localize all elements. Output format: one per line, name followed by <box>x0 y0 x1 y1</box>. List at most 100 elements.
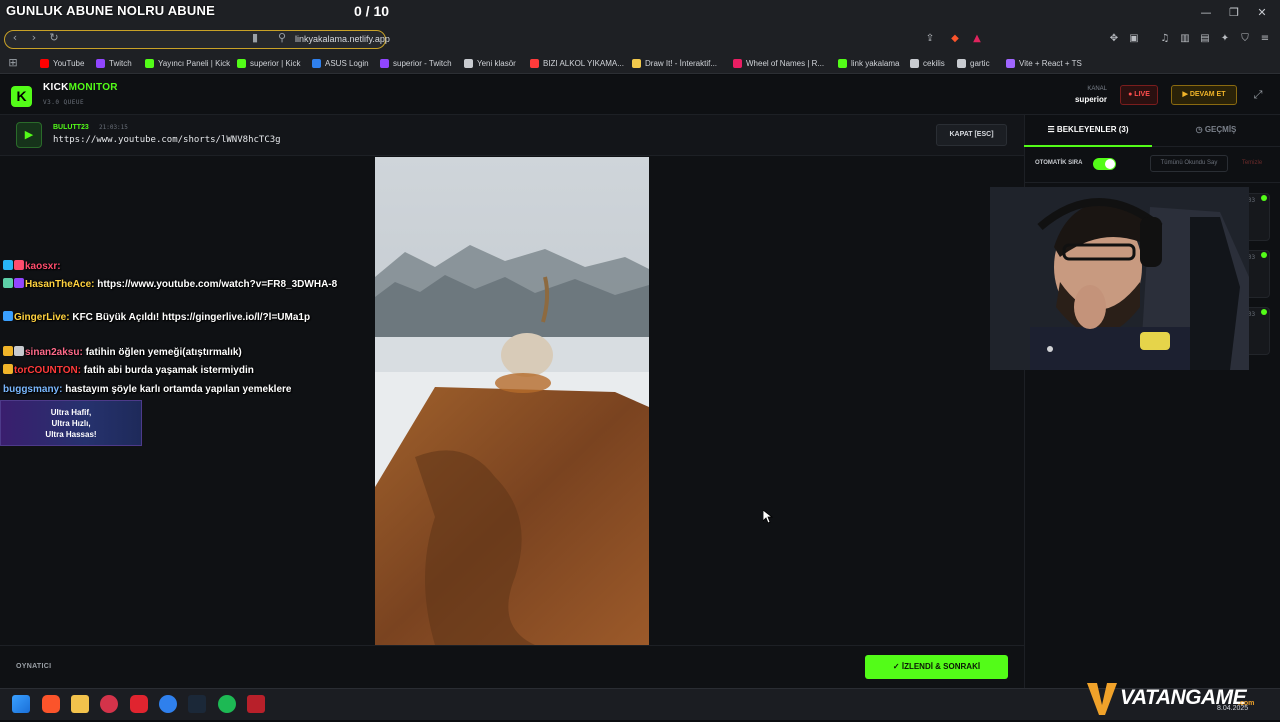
url-text[interactable]: linkyakalama.netlify.app <box>295 34 390 44</box>
live-button[interactable]: ● LIVE <box>1120 85 1158 105</box>
ad-text: Ultra Hafif, Ultra Hızlı, Ultra Hassas! <box>45 408 97 439</box>
bookmark-item[interactable]: BIZI ALKOL YIKAMA... <box>530 57 624 69</box>
location-app-icon[interactable] <box>100 695 118 713</box>
close-button[interactable]: KAPAT [ESC] <box>936 124 1007 146</box>
chat-username: GingerLive: <box>14 312 70 323</box>
site-info-icon[interactable]: ⚲ <box>275 31 289 45</box>
bookmark-label: Wheel of Names | R... <box>746 58 825 68</box>
bookmark-item[interactable]: Yayıncı Paneli | Kick <box>145 57 230 69</box>
tab-history-label: GEÇMİŞ <box>1204 125 1237 134</box>
tab-queue-label: BEKLEYENLER (3) <box>1056 125 1129 134</box>
vatangame-logo-icon <box>1087 683 1117 715</box>
maximize-icon[interactable]: ❐ <box>1226 6 1242 20</box>
bookmark-label: Vite + React + TS <box>1019 58 1082 68</box>
chat-text: hastayım şöyle karlı ortamda yapılan yem… <box>62 384 292 395</box>
chat-text: KFC Büyük Açıldı! https://gingerlive.io/… <box>69 312 311 323</box>
fullscreen-icon[interactable]: ⤢ <box>1250 87 1266 103</box>
steam-icon[interactable] <box>188 695 206 713</box>
bookmark-item[interactable]: Draw It! - İnteraktif... <box>632 57 717 69</box>
chat-badge-icon <box>14 260 24 270</box>
bookmark-item[interactable]: cekilis <box>910 57 945 69</box>
bookmark-favicon-icon <box>145 58 154 68</box>
bookmark-favicon-icon <box>910 58 919 68</box>
chat-username: torCOUNTON: <box>14 365 82 376</box>
channel-name: superior <box>1074 95 1107 104</box>
continue-button[interactable]: ▶ DEVAM ET <box>1171 85 1237 105</box>
start-icon[interactable] <box>12 695 30 713</box>
auto-queue-toggle-knob <box>1105 159 1115 169</box>
voicemeeter-icon[interactable] <box>247 695 265 713</box>
queue-item-status-dot <box>1261 252 1267 258</box>
bookmark-item[interactable]: superior | Kick <box>237 57 301 69</box>
share-icon[interactable]: ⇪ <box>923 32 937 46</box>
chat-text: https://www.youtube.com/watch?v=FR8_3DWH… <box>94 279 338 290</box>
app-version: V3.0 QUEUE <box>43 99 85 106</box>
webcam-scene <box>990 187 1249 370</box>
vpn-icon[interactable]: ⛉ <box>1238 32 1252 46</box>
bookmark-item[interactable]: ASUS Login <box>312 57 369 69</box>
watched-next-button[interactable]: ✓ İZLENDİ & SONRAKİ <box>865 655 1008 679</box>
bookmark-icon[interactable]: ▮ <box>248 31 262 45</box>
video-frame[interactable] <box>375 157 649 645</box>
play-icon: ▶ <box>16 122 42 148</box>
close-window-icon[interactable]: ✕ <box>1254 6 1270 20</box>
bookmark-item[interactable]: Vite + React + TS <box>1006 57 1082 69</box>
forward-icon[interactable]: › <box>27 31 41 45</box>
sidebar-divider <box>1024 182 1280 183</box>
apps-grid-icon[interactable]: ⊞ <box>6 56 20 70</box>
file-explorer-icon[interactable] <box>71 695 89 713</box>
bookmark-item[interactable]: Yeni klasör <box>464 57 516 69</box>
extensions-icon[interactable]: ✥ <box>1107 32 1121 46</box>
chat-badge-icon <box>14 346 24 356</box>
bookmark-item[interactable]: Twitch <box>96 57 132 69</box>
chat-text: fatihin öğlen yemeği(atıştırmalık) <box>82 347 242 358</box>
bookmark-favicon-icon <box>312 58 321 68</box>
chat-message: torCOUNTON: fatih abi burda yaşamak iste… <box>3 363 343 378</box>
chat-message: kaosxr: <box>3 259 343 274</box>
menu-icon[interactable]: ≡ <box>1258 32 1272 46</box>
back-icon[interactable]: ‹ <box>8 31 22 45</box>
queue-item-status-dot <box>1261 195 1267 201</box>
mark-all-read-button[interactable]: Tümünü Okundu Say <box>1150 155 1228 172</box>
stream-overlay-counter: 0 / 10 <box>354 3 390 19</box>
clear-button[interactable]: Temizle <box>1234 155 1270 172</box>
bookmark-item[interactable]: superior - Twitch <box>380 57 452 69</box>
bookmark-favicon-icon <box>957 58 966 68</box>
bookmark-favicon-icon <box>380 58 389 68</box>
sidebar-icon[interactable]: ▥ <box>1178 32 1192 46</box>
bookmark-label: YouTube <box>53 58 85 68</box>
stream-overlay-title: GUNLUK ABUNE NOLRU ABUNE <box>6 3 215 18</box>
bookmark-favicon-icon <box>237 58 246 68</box>
tab-queue[interactable]: ☰ BEKLEYENLER (3) <box>1024 115 1152 147</box>
chat-badge-icon <box>3 364 13 374</box>
wallet-icon[interactable]: ▣ <box>1127 32 1141 46</box>
brave-rewards-icon[interactable]: ▲ <box>970 32 984 46</box>
brave-icon[interactable] <box>42 695 60 713</box>
reload-icon[interactable]: ↻ <box>47 31 61 45</box>
bookmark-item[interactable]: Wheel of Names | R... <box>733 57 824 69</box>
bookmark-favicon-icon <box>464 58 473 68</box>
brave-shields-icon[interactable]: ◆ <box>948 32 962 46</box>
tab-history[interactable]: ◷ GEÇMİŞ <box>1152 115 1280 147</box>
player-label: OYNATICI <box>16 663 52 670</box>
mouse-cursor-icon <box>762 509 774 529</box>
music-icon[interactable]: ♫ <box>1158 32 1172 46</box>
minimize-icon[interactable]: — <box>1198 6 1214 20</box>
request-url[interactable]: https://www.youtube.com/shorts/lWNV8hcTC… <box>53 135 281 145</box>
bookmark-label: BIZI ALKOL YIKAMA... <box>543 58 624 68</box>
spotify-icon[interactable] <box>218 695 236 713</box>
app-red-icon[interactable] <box>130 695 148 713</box>
leo-icon[interactable]: ✦ <box>1218 32 1232 46</box>
tab-icon[interactable]: ▤ <box>1198 32 1212 46</box>
bookmark-item[interactable]: gartic <box>957 57 990 69</box>
bookmark-label: Yayıncı Paneli | Kick <box>158 58 231 68</box>
bookmark-item[interactable]: link yakalama <box>838 57 899 69</box>
chat-badge-icon <box>3 278 13 288</box>
chat-username: HasanTheAce: <box>25 279 95 290</box>
app-brand: KICKMONITOR <box>43 82 118 93</box>
chat-username: kaosxr: <box>25 261 61 272</box>
app-blue-icon[interactable] <box>159 695 177 713</box>
channel-label: KANAL <box>1087 86 1107 92</box>
bookmark-favicon-icon <box>733 58 742 68</box>
bookmark-item[interactable]: YouTube <box>40 57 84 69</box>
